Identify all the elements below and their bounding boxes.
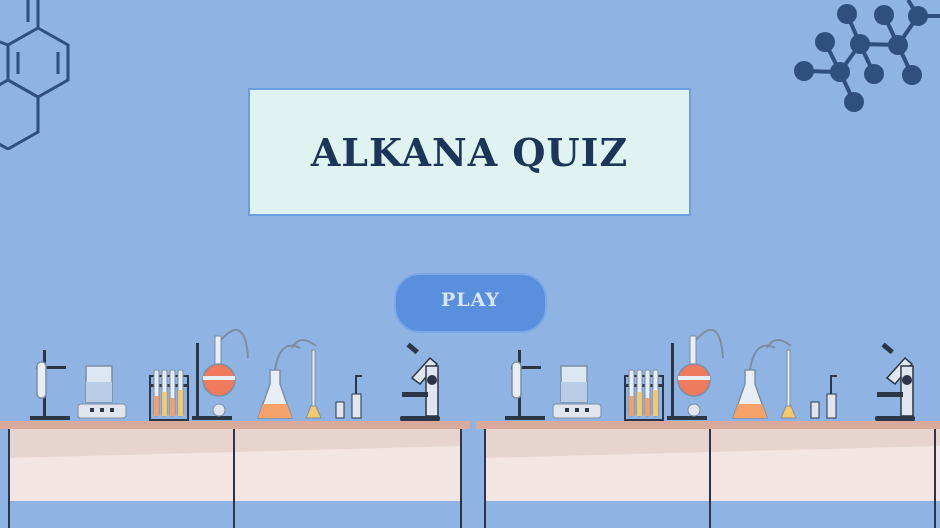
hexagon-molecule-icon	[0, 0, 70, 150]
title-box: ALKANA QUIZ	[248, 88, 691, 216]
lab-bench	[0, 328, 940, 528]
ball-and-stick-molecule-icon	[794, 0, 940, 112]
play-button-label: PLAY	[440, 289, 500, 311]
game-title: ALKANA QUIZ	[310, 129, 629, 175]
